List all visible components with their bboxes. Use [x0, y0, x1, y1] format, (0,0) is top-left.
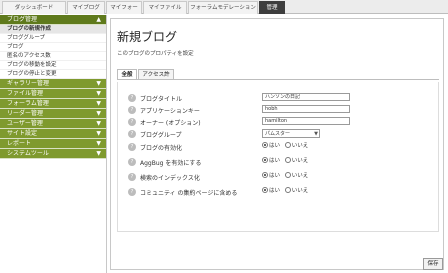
field-label: ブログの有効化 [140, 145, 183, 152]
sidebar-section-gallery[interactable]: ギャラリー管理 ▼ [0, 79, 106, 89]
sidebar-section-label: ユーザー管理 [7, 120, 43, 127]
owner-input[interactable]: hamilton [262, 117, 350, 125]
save-button[interactable]: 保存 [423, 258, 443, 270]
sidebar-section-label: レポート [7, 140, 32, 147]
radio-yes-label: はい [269, 188, 281, 194]
radio-no[interactable] [284, 172, 291, 178]
sidebar-section-label: ギャラリー管理 [7, 80, 50, 87]
field-label: AggBug を有効にする [140, 160, 202, 167]
sidebar-section-label: リーダー管理 [7, 110, 44, 117]
sidebar-section-reader[interactable]: リーダー管理 ▼ [0, 109, 106, 119]
help-icon[interactable]: ? [128, 188, 136, 196]
tab-dashboard[interactable]: ダッシュボード [2, 1, 66, 14]
top-nav: ダッシュボード マイブログ マイフォー マイファイル フォーラムモデレーション … [0, 0, 448, 14]
enable-blog-radio: はい いいえ [262, 142, 311, 150]
tab-forum-moderation[interactable]: フォーラムモデレーション [188, 1, 258, 14]
sidebar-item-new-blog[interactable]: ブログの新規作成 [0, 25, 106, 34]
help-icon[interactable]: ? [128, 94, 136, 102]
sidebar-item-blogs[interactable]: ブログ [0, 43, 106, 52]
sidebar-item-blog-groups[interactable]: ブロググループ [0, 34, 106, 43]
sidebar-item-blog-move[interactable]: ブログの移動を設定 [0, 61, 106, 70]
field-label: アプリケーションキー [140, 108, 200, 115]
radio-yes[interactable] [262, 142, 268, 148]
radio-yes-label: はい [269, 143, 281, 149]
sidebar-section-files[interactable]: ファイル管理 ▼ [0, 89, 106, 99]
search-indexing-radio: はい いいえ [262, 172, 311, 180]
enable-aggbug-radio: はい いいえ [262, 157, 311, 165]
blog-group-value: パムスター [265, 131, 291, 137]
sidebar-section-system-tools[interactable]: システムツール ▼ [0, 149, 106, 159]
field-label: ブログタイトル [140, 96, 183, 103]
field-label: コミュニティ の集約ページに含める [140, 190, 238, 197]
sidebar-section-blog-admin[interactable]: ブログ管理 ▲ [0, 15, 106, 25]
sidebar-item-blog-stop[interactable]: ブログの停止と変更 [0, 70, 106, 79]
radio-yes-label: はい [269, 173, 281, 179]
sidebar: ブログ管理 ▲ ブログの新規作成 ブロググループ ブログ 匿名のアクセス数 ブロ… [0, 15, 107, 273]
sidebar-section-label: ファイル管理 [7, 90, 44, 97]
radio-no[interactable] [284, 187, 291, 193]
chevron-down-icon: ▼ [96, 140, 101, 147]
sidebar-item-anonymous-access[interactable]: 匿名のアクセス数 [0, 52, 106, 61]
blog-form: ? ブログタイトル ハンソンの日記 ? アプリケーションキー hobh ? オー… [117, 82, 439, 232]
help-icon[interactable]: ? [128, 173, 136, 181]
sidebar-section-label: システムツール [7, 150, 49, 157]
chevron-down-icon: ▼ [96, 120, 101, 127]
tab-divider [117, 79, 439, 80]
chevron-down-icon: ▼ [96, 130, 101, 137]
sidebar-section-forum[interactable]: フォーラム管理 ▼ [0, 99, 106, 109]
community-aggregate-radio: はい いいえ [262, 187, 311, 195]
chevron-down-icon: ▼ [96, 150, 101, 157]
help-icon[interactable]: ? [128, 106, 136, 114]
app-key-input[interactable]: hobh [262, 105, 350, 113]
help-icon[interactable]: ? [128, 143, 136, 151]
chevron-down-icon: ▼ [96, 80, 101, 87]
field-label: ブロググループ [140, 132, 182, 139]
sidebar-section-label: サイト設定 [7, 130, 38, 137]
tab-my-files[interactable]: マイファイル [143, 1, 187, 14]
help-icon[interactable]: ? [128, 118, 136, 126]
field-enable-blog: ? ブログの有効化 はい いいえ [128, 142, 428, 152]
radio-no-label: いいえ [291, 158, 309, 164]
radio-no-label: いいえ [291, 173, 309, 179]
field-blog-group: ? ブロググループ パムスター ▼ [128, 129, 428, 139]
radio-no-label: いいえ [291, 143, 309, 149]
chevron-up-icon: ▲ [96, 16, 101, 23]
radio-yes-label: はい [269, 158, 281, 164]
sidebar-section-label: フォーラム管理 [7, 100, 49, 107]
sidebar-section-label: ブログ管理 [7, 16, 38, 23]
radio-yes[interactable] [262, 172, 268, 178]
field-blog-title: ? ブログタイトル ハンソンの日記 [128, 93, 428, 103]
page-title: 新規ブログ [117, 30, 178, 44]
field-app-key: ? アプリケーションキー hobh [128, 105, 428, 115]
tab-my-blog[interactable]: マイブログ [67, 1, 105, 14]
field-community-aggregate: ? コミュニティ の集約ページに含める はい いいえ [128, 187, 428, 197]
field-owner: ? オーナー (オプション) hamilton [128, 117, 428, 127]
blog-group-select[interactable]: パムスター ▼ [262, 129, 320, 138]
sidebar-section-site-settings[interactable]: サイト設定 ▼ [0, 129, 106, 139]
field-search-indexing: ? 検索のインデックス化 はい いいえ [128, 172, 428, 182]
sidebar-section-users[interactable]: ユーザー管理 ▼ [0, 119, 106, 129]
tab-admin[interactable]: 管理 [259, 1, 285, 14]
field-label: 検索のインデックス化 [140, 175, 200, 182]
radio-no[interactable] [284, 142, 291, 148]
radio-yes[interactable] [262, 157, 268, 163]
radio-no-label: いいえ [291, 188, 309, 194]
blog-title-input[interactable]: ハンソンの日記 [262, 93, 350, 101]
chevron-down-icon: ▼ [314, 131, 318, 137]
page-subtitle: このブログのプロパティを設定 [117, 51, 194, 57]
radio-yes[interactable] [262, 187, 268, 193]
tab-my-forum[interactable]: マイフォー [106, 1, 142, 14]
chevron-down-icon: ▼ [96, 90, 101, 97]
field-label: オーナー (オプション) [140, 120, 201, 127]
chevron-down-icon: ▼ [96, 110, 101, 117]
help-icon[interactable]: ? [128, 158, 136, 166]
chevron-down-icon: ▼ [96, 100, 101, 107]
help-icon[interactable]: ? [128, 130, 136, 138]
main-panel: 新規ブログ このブログのプロパティを設定 全般 アクセス許 ? ブログタイトル … [110, 18, 444, 270]
radio-no[interactable] [284, 157, 291, 163]
sidebar-section-reports[interactable]: レポート ▼ [0, 139, 106, 149]
field-enable-aggbug: ? AggBug を有効にする はい いいえ [128, 157, 428, 167]
